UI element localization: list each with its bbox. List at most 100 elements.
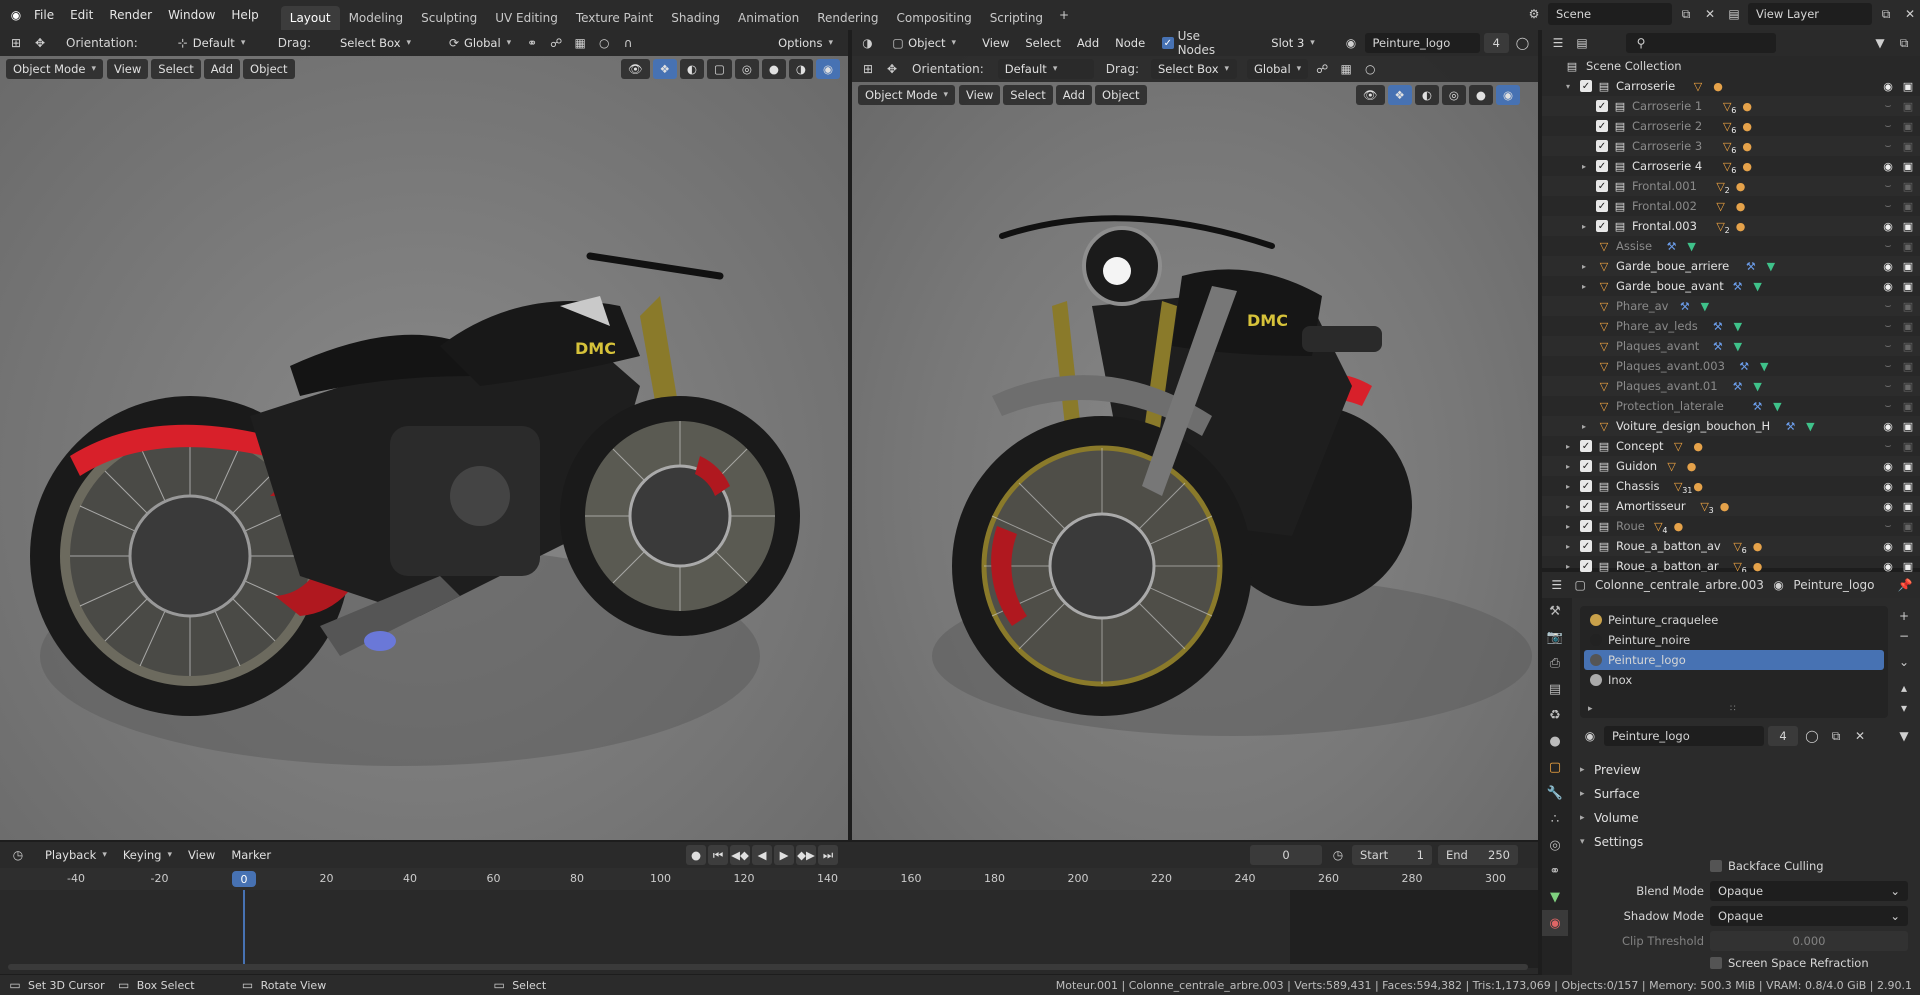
properties-editor-icon[interactable]: ☰	[1548, 575, 1565, 595]
jump-end-icon[interactable]: ⏭	[818, 845, 838, 865]
backface-culling-checkbox[interactable]	[1710, 860, 1722, 872]
visibility-eye-icon[interactable]: ◉	[1880, 498, 1896, 514]
render-camera-icon[interactable]: ▣	[1900, 338, 1916, 354]
move-slot-up-icon[interactable]: ▴	[1894, 678, 1914, 698]
expand-arrow-icon[interactable]: ▸	[1566, 562, 1570, 571]
visibility-eye-icon[interactable]: ⌣	[1880, 518, 1896, 534]
panel-volume[interactable]: ▸ Volume	[1580, 806, 1914, 830]
outliner-row[interactable]: ▸ ✓ ▤ Carroserie 4 ▽ 6 ● ◉ ▣	[1542, 156, 1920, 176]
menu-file[interactable]: File	[26, 0, 62, 30]
filter-icon[interactable]: ▼	[1870, 33, 1890, 53]
visibility-eye-icon[interactable]: ⌣	[1880, 198, 1896, 214]
end-frame-field[interactable]: End 250	[1438, 845, 1518, 865]
exclude-checkbox[interactable]: ✓	[1580, 560, 1592, 572]
outliner-row[interactable]: ✓▽Plaques_avant.003⚒▼⌣▣	[1542, 356, 1920, 376]
expand-arrow-icon[interactable]: ▸	[1566, 482, 1570, 491]
render-camera-icon[interactable]: ▣	[1900, 458, 1916, 474]
menu-help[interactable]: Help	[223, 0, 266, 30]
outliner-row[interactable]: ✓▽Protection_laterale⚒▼⌣▣	[1542, 396, 1920, 416]
visibility-eye-icon[interactable]: ◉	[1880, 538, 1896, 554]
outliner-row[interactable]: ▸ ✓ ▤ Roue_a_batton_av ▽ 6 ● ◉ ▣	[1542, 536, 1920, 556]
editor-type-icon[interactable]: ⊞	[6, 33, 26, 53]
use-nodes-toggle[interactable]: ✓ Use Nodes	[1162, 29, 1238, 57]
exclude-checkbox[interactable]: ✓	[1596, 200, 1608, 212]
move-slot-down-icon[interactable]: ▾	[1894, 698, 1914, 718]
render-camera-icon[interactable]: ▣	[1900, 218, 1916, 234]
timeline-menu-view[interactable]: View	[181, 845, 222, 865]
shader-editor-icon[interactable]: ◑	[858, 33, 877, 53]
visibility-eye-icon[interactable]: ⌣	[1880, 378, 1896, 394]
new-view-layer-icon[interactable]: ⧉	[1876, 4, 1896, 24]
shader-type-dropdown[interactable]: ▢ Object	[881, 33, 964, 53]
render-tab-icon[interactable]: 📷	[1542, 624, 1568, 650]
exclude-checkbox[interactable]: ✓	[1580, 80, 1592, 92]
slot-dropdown[interactable]: Slot 3	[1264, 33, 1338, 53]
render-camera-icon[interactable]: ▣	[1900, 438, 1916, 454]
shader-menu-node[interactable]: Node	[1108, 33, 1152, 53]
output-tab-icon[interactable]: ⎙	[1542, 650, 1568, 676]
exclude-checkbox[interactable]: ✓	[1580, 500, 1592, 512]
expand-arrow-icon[interactable]: ▾	[1566, 82, 1570, 91]
render-camera-icon[interactable]: ▣	[1900, 278, 1916, 294]
workspace-tab-scripting[interactable]: Scripting	[981, 6, 1052, 30]
menu-window[interactable]: Window	[160, 0, 223, 30]
panel-preview[interactable]: ▸ Preview	[1580, 758, 1914, 782]
snap-grid-icon[interactable]: ▦	[570, 33, 590, 53]
expand-arrow-icon[interactable]: ▸	[1582, 222, 1586, 231]
panel-settings[interactable]: ▾ Settings	[1580, 830, 1914, 854]
proportional-edit-icon[interactable]: ○	[594, 33, 614, 53]
outliner-row[interactable]: ▸ ✓ ▤ Roue ▽ 4 ● ⌣ ▣	[1542, 516, 1920, 536]
timeline-menu-playback[interactable]: Playback	[38, 845, 114, 865]
render-camera-icon[interactable]: ▣	[1900, 158, 1916, 174]
shader-menu-select[interactable]: Select	[1018, 33, 1067, 53]
outliner-row[interactable]: ✓ ▤ Carroserie 2 ▽ 6 ● ⌣ ▣	[1542, 116, 1920, 136]
exclude-checkbox[interactable]: ✓	[1580, 440, 1592, 452]
backface-culling-row[interactable]: Backface Culling	[1580, 854, 1914, 878]
material-type-icon[interactable]: ▼	[1894, 726, 1914, 746]
workspace-tab-sculpting[interactable]: Sculpting	[412, 6, 486, 30]
exclude-checkbox[interactable]: ✓	[1580, 540, 1592, 552]
use-nodes-checkbox[interactable]: ✓	[1162, 37, 1174, 49]
fake-user-icon[interactable]: ◯	[1513, 33, 1532, 53]
constraints-tab-icon[interactable]: ⚭	[1542, 858, 1568, 884]
view-layer-tab-icon[interactable]: ▤	[1542, 676, 1568, 702]
workspace-tab-uv-editing[interactable]: UV Editing	[486, 6, 567, 30]
workspace-tab-rendering[interactable]: Rendering	[808, 6, 887, 30]
scene-field[interactable]: Scene	[1548, 3, 1672, 25]
outliner-editor-icon[interactable]: ☰	[1548, 33, 1568, 53]
play-reverse-icon[interactable]: ◀	[752, 845, 772, 865]
workspace-tab-modeling[interactable]: Modeling	[340, 6, 413, 30]
render-camera-icon[interactable]: ▣	[1900, 118, 1916, 134]
visibility-eye-icon[interactable]: ⌣	[1880, 98, 1896, 114]
current-frame-field[interactable]: 0	[1250, 845, 1322, 865]
visibility-eye-icon[interactable]: ⌣	[1880, 318, 1896, 334]
add-slot-icon[interactable]: +	[1894, 606, 1914, 626]
remove-slot-icon[interactable]: −	[1894, 626, 1914, 646]
timeline-ruler[interactable]: -40 -20 0 20 40 60 80 100 120 140 160 180 200 220 240 2…	[0, 868, 1538, 890]
unlink-material-icon[interactable]: ✕	[1850, 726, 1870, 746]
render-camera-icon[interactable]: ▣	[1900, 358, 1916, 374]
expand-arrow-icon[interactable]: ▸	[1566, 542, 1570, 551]
panel-surface[interactable]: ▸ Surface	[1580, 782, 1914, 806]
fake-user-icon-props[interactable]: ◯	[1802, 726, 1822, 746]
visibility-eye-icon[interactable]: ◉	[1880, 158, 1896, 174]
clip-threshold-field[interactable]: 0.000	[1710, 930, 1908, 951]
visibility-eye-icon[interactable]: ◉	[1880, 278, 1896, 294]
outliner-row[interactable]: ▾ ✓ ▤ Carroserie ▽ ● ◉ ▣	[1542, 76, 1920, 96]
outliner-row[interactable]: ✓▽Phare_av_leds⚒▼⌣▣	[1542, 316, 1920, 336]
exclude-checkbox[interactable]: ✓	[1596, 180, 1608, 192]
exclude-checkbox[interactable]: ✓	[1596, 160, 1608, 172]
material-tab-icon[interactable]: ◉	[1542, 910, 1568, 936]
current-frame-marker[interactable]: 0	[232, 871, 256, 887]
timeline-menu-keying[interactable]: Keying	[116, 845, 179, 865]
render-camera-icon[interactable]: ▣	[1900, 198, 1916, 214]
scene-collection-row[interactable]: ▤ Scene Collection	[1542, 56, 1920, 76]
visibility-eye-icon[interactable]: ⌣	[1880, 298, 1896, 314]
slot-specials-icon[interactable]: ⌄	[1894, 652, 1914, 672]
slot-list-expand-icon[interactable]: ▸	[1588, 704, 1593, 714]
scene-icon[interactable]: ⚙	[1524, 4, 1544, 24]
workspace-tab-layout[interactable]: Layout	[280, 6, 340, 30]
jump-start-icon[interactable]: ⏮	[708, 845, 728, 865]
material-datablock-users[interactable]: 4	[1768, 726, 1798, 746]
material-slot-row[interactable]: Peinture_noire	[1584, 630, 1884, 650]
